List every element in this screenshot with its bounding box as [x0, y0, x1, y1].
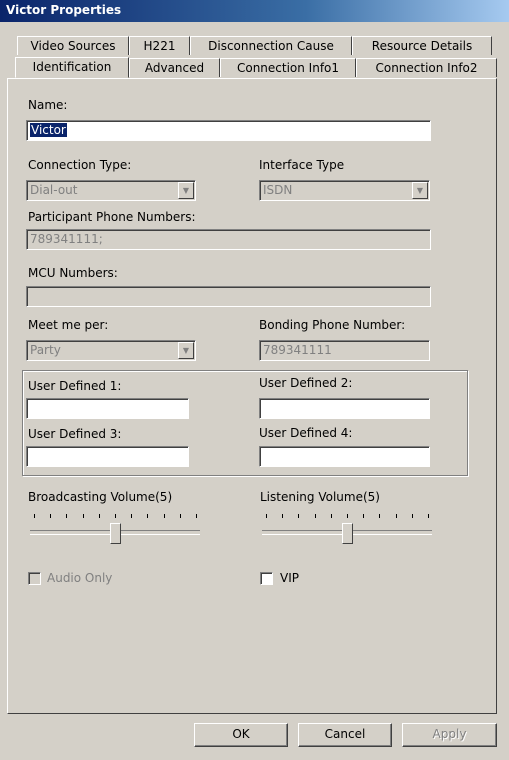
tab-disconnection-cause[interactable]: Disconnection Cause	[190, 36, 352, 55]
listening-volume-label: Listening Volume(5)	[260, 490, 380, 504]
user-defined-2-label: User Defined 2:	[259, 376, 353, 390]
slider-tick	[298, 514, 299, 518]
slider-tick	[282, 514, 283, 518]
slider-tick	[115, 514, 116, 518]
broadcasting-volume-slider[interactable]	[110, 523, 121, 544]
slider-tick	[34, 514, 35, 518]
slider-tick	[50, 514, 51, 518]
tab-connection-info2[interactable]: Connection Info2	[356, 58, 497, 77]
slider-tick	[66, 514, 67, 518]
meet-me-per-value: Party	[30, 343, 61, 357]
slider-tick	[315, 514, 316, 518]
name-value: Victor	[30, 123, 67, 137]
title-bar[interactable]: Victor Properties	[0, 0, 509, 22]
listening-volume-slider[interactable]	[342, 523, 353, 544]
tab-h221[interactable]: H221	[129, 36, 190, 55]
audio-only-checkbox[interactable]	[28, 572, 41, 585]
meet-me-per-label: Meet me per:	[28, 318, 109, 332]
broadcasting-volume-label: Broadcasting Volume(5)	[28, 490, 173, 504]
bonding-phone-label: Bonding Phone Number:	[259, 318, 406, 332]
connection-type-select[interactable]: Dial-out ▼	[26, 180, 196, 201]
slider-tick	[363, 514, 364, 518]
cancel-button[interactable]: Cancel	[298, 723, 392, 747]
apply-button[interactable]: Apply	[402, 723, 497, 747]
user-defined-3-input[interactable]	[26, 446, 189, 467]
ok-button[interactable]: OK	[194, 723, 288, 747]
interface-type-select[interactable]: ISDN ▼	[259, 180, 430, 201]
broadcasting-volume-ticks	[34, 514, 197, 519]
slider-tick	[164, 514, 165, 518]
interface-type-value: ISDN	[263, 183, 293, 197]
name-input[interactable]: Victor	[26, 120, 431, 141]
chevron-down-icon[interactable]: ▼	[178, 182, 194, 199]
window-title: Victor Properties	[6, 3, 122, 17]
slider-tick	[412, 514, 413, 518]
name-label: Name:	[28, 98, 68, 112]
slider-tick	[131, 514, 132, 518]
user-defined-3-label: User Defined 3:	[28, 427, 122, 441]
user-defined-4-label: User Defined 4:	[259, 426, 353, 440]
participant-phones-value: 789341111;	[30, 232, 103, 246]
tab-advanced[interactable]: Advanced	[129, 58, 220, 77]
connection-type-value: Dial-out	[30, 183, 78, 197]
tab-connection-info1[interactable]: Connection Info1	[220, 58, 356, 77]
slider-tick	[428, 514, 429, 518]
interface-type-label: Interface Type	[259, 158, 345, 172]
participant-phones-label: Participant Phone Numbers:	[28, 210, 196, 224]
participant-phones-field[interactable]: 789341111;	[26, 229, 431, 250]
slider-tick	[266, 514, 267, 518]
audio-only-label: Audio Only	[47, 571, 113, 585]
slider-tick	[396, 514, 397, 518]
user-defined-4-input[interactable]	[259, 446, 430, 467]
vip-label: VIP	[280, 571, 299, 585]
chevron-down-icon[interactable]: ▼	[178, 342, 194, 359]
tab-resource-details[interactable]: Resource Details	[352, 36, 492, 55]
slider-tick	[379, 514, 380, 518]
bonding-phone-value: 789341111	[263, 343, 332, 357]
slider-tick	[196, 514, 197, 518]
slider-tick	[99, 514, 100, 518]
slider-tick	[147, 514, 148, 518]
tab-video-sources[interactable]: Video Sources	[17, 36, 129, 55]
slider-tick	[83, 514, 84, 518]
slider-tick	[331, 514, 332, 518]
mcu-numbers-label: MCU Numbers:	[28, 266, 118, 280]
listening-volume-ticks	[266, 514, 429, 519]
vip-checkbox[interactable]	[260, 572, 273, 585]
bonding-phone-field[interactable]: 789341111	[259, 340, 430, 361]
chevron-down-icon[interactable]: ▼	[412, 182, 428, 199]
slider-tick	[347, 514, 348, 518]
meet-me-per-select[interactable]: Party ▼	[26, 340, 196, 361]
mcu-numbers-field[interactable]	[26, 286, 431, 307]
tab-identification[interactable]: Identification	[15, 57, 129, 78]
user-defined-1-input[interactable]	[26, 398, 189, 419]
connection-type-label: Connection Type:	[28, 158, 132, 172]
user-defined-1-label: User Defined 1:	[28, 379, 122, 393]
user-defined-2-input[interactable]	[259, 398, 430, 419]
slider-tick	[180, 514, 181, 518]
